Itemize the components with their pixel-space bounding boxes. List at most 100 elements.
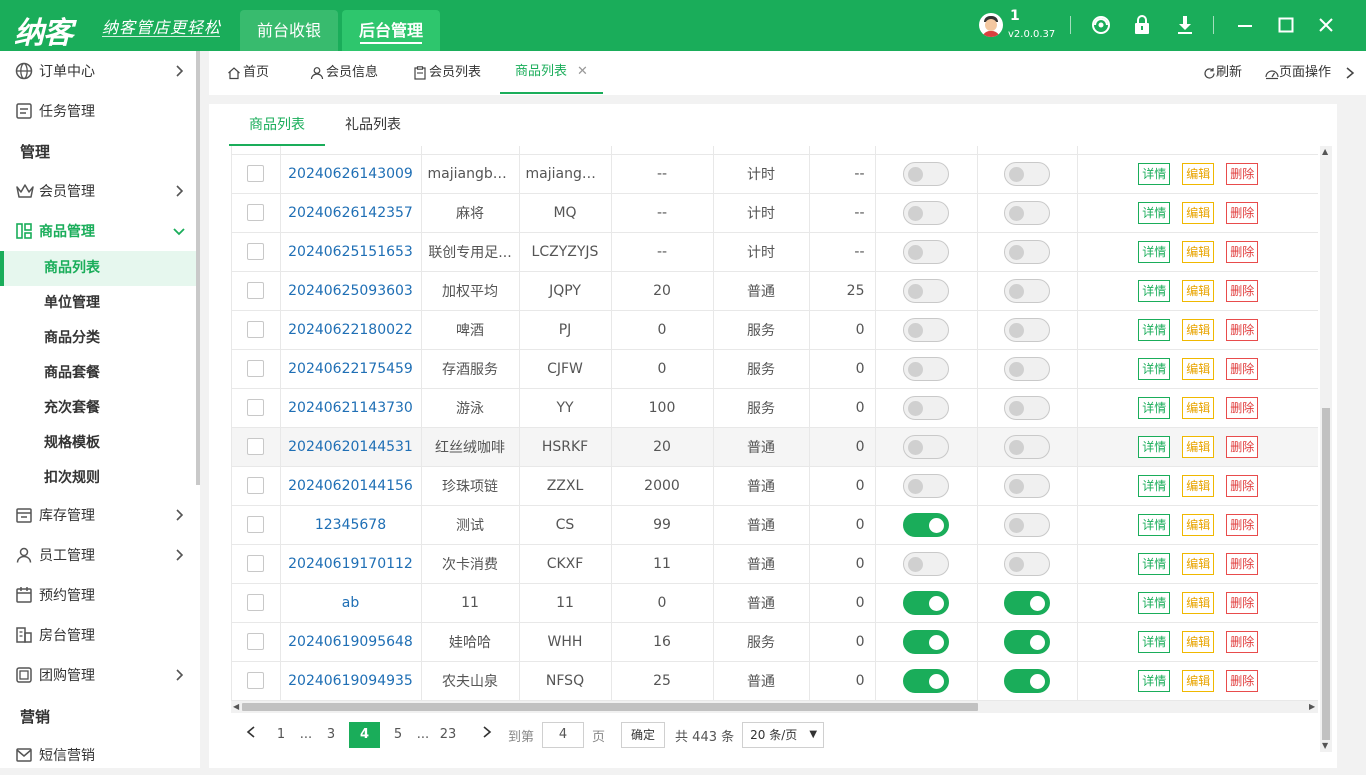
- detail-button[interactable]: 详情: [1138, 357, 1171, 380]
- edit-button[interactable]: 编辑: [1182, 552, 1215, 575]
- sidebar-item-member[interactable]: 会员管理: [0, 171, 196, 211]
- sidebar-item-order-center[interactable]: 订单中心: [0, 51, 196, 91]
- sidebar-sub-category[interactable]: 商品分类: [0, 321, 196, 356]
- row-checkbox[interactable]: [247, 204, 265, 221]
- edit-button[interactable]: 编辑: [1182, 630, 1215, 653]
- goods-code[interactable]: 20240619095648: [280, 622, 422, 662]
- detail-button[interactable]: 详情: [1138, 435, 1171, 458]
- row-checkbox[interactable]: [247, 633, 265, 650]
- subtab-gift-list[interactable]: 礼品列表: [345, 104, 401, 146]
- status-toggle-2[interactable]: [1004, 434, 1050, 459]
- status-toggle-1[interactable]: [903, 161, 949, 186]
- delete-button[interactable]: 删除: [1226, 591, 1259, 614]
- goods-code[interactable]: 20240620144156: [280, 466, 422, 506]
- edit-button[interactable]: 编辑: [1182, 201, 1215, 224]
- goods-code[interactable]: 20240625093603: [280, 271, 422, 311]
- download-icon[interactable]: [1174, 14, 1196, 36]
- lock-icon[interactable]: [1131, 14, 1153, 36]
- scroll-thumb[interactable]: [1322, 408, 1330, 740]
- row-checkbox[interactable]: [247, 555, 265, 572]
- goods-code[interactable]: 20240622175459: [280, 349, 422, 389]
- edit-button[interactable]: 编辑: [1182, 474, 1215, 497]
- detail-button[interactable]: 详情: [1138, 630, 1171, 653]
- sidebar-sub-unit[interactable]: 单位管理: [0, 286, 196, 321]
- delete-button[interactable]: 删除: [1226, 240, 1259, 263]
- top-tab-backend-admin[interactable]: 后台管理: [342, 10, 440, 51]
- status-toggle-1[interactable]: [903, 278, 949, 303]
- page-size-select[interactable]: 20 条/页 ▼: [742, 722, 825, 748]
- page-5[interactable]: 5: [386, 722, 410, 748]
- goods-code[interactable]: 20240626143009: [280, 154, 422, 194]
- page-ellipsis[interactable]: ...: [299, 722, 313, 748]
- table-horizontal-scrollbar[interactable]: ◀ ▶: [231, 701, 1318, 713]
- sidebar-item-room[interactable]: 房台管理: [0, 615, 196, 655]
- sidebar-sub-recharge-package[interactable]: 充次套餐: [0, 391, 196, 426]
- scroll-thumb[interactable]: [242, 703, 978, 711]
- row-checkbox[interactable]: [247, 360, 265, 377]
- maximize-icon[interactable]: [1275, 14, 1297, 36]
- goto-page-input[interactable]: 4: [542, 722, 585, 748]
- status-toggle-1[interactable]: [903, 551, 949, 576]
- delete-button[interactable]: 删除: [1226, 396, 1259, 419]
- status-toggle-2[interactable]: [1004, 317, 1050, 342]
- confirm-button[interactable]: 确定: [621, 722, 666, 748]
- subtab-goods-list[interactable]: 商品列表: [229, 104, 325, 146]
- delete-button[interactable]: 删除: [1226, 474, 1259, 497]
- sidebar-sub-spec-template[interactable]: 规格模板: [0, 426, 196, 461]
- detail-button[interactable]: 详情: [1138, 591, 1171, 614]
- delete-button[interactable]: 删除: [1226, 669, 1259, 692]
- user-avatar[interactable]: [979, 13, 1003, 37]
- close-icon[interactable]: [1315, 14, 1337, 36]
- delete-button[interactable]: 删除: [1226, 357, 1259, 380]
- goods-code[interactable]: ab: [280, 583, 422, 623]
- row-checkbox[interactable]: [247, 243, 265, 260]
- status-toggle-2[interactable]: [1004, 200, 1050, 225]
- status-toggle-1[interactable]: [903, 317, 949, 342]
- tab-home[interactable]: 首页: [227, 51, 269, 94]
- delete-button[interactable]: 删除: [1226, 201, 1259, 224]
- sidebar-item-goods[interactable]: 商品管理: [0, 211, 196, 251]
- status-toggle-1[interactable]: [903, 239, 949, 264]
- page-23[interactable]: 23: [436, 722, 460, 748]
- row-checkbox[interactable]: [247, 477, 265, 494]
- page-ellipsis[interactable]: ...: [416, 722, 430, 748]
- row-checkbox[interactable]: [247, 672, 265, 689]
- detail-button[interactable]: 详情: [1138, 474, 1171, 497]
- delete-button[interactable]: 删除: [1226, 513, 1259, 536]
- sidebar-sub-goods-list[interactable]: 商品列表: [0, 251, 196, 286]
- status-toggle-1[interactable]: [903, 473, 949, 498]
- status-toggle-2[interactable]: [1004, 239, 1050, 264]
- detail-button[interactable]: 详情: [1138, 669, 1171, 692]
- sidebar-item-inventory[interactable]: 库存管理: [0, 495, 196, 535]
- status-toggle-1[interactable]: [903, 395, 949, 420]
- detail-button[interactable]: 详情: [1138, 279, 1171, 302]
- page-current[interactable]: 4: [349, 722, 380, 748]
- row-checkbox[interactable]: [247, 399, 265, 416]
- detail-button[interactable]: 详情: [1138, 318, 1171, 341]
- delete-button[interactable]: 删除: [1226, 552, 1259, 575]
- status-toggle-1[interactable]: [903, 590, 949, 615]
- edit-button[interactable]: 编辑: [1182, 240, 1215, 263]
- row-checkbox[interactable]: [247, 516, 265, 533]
- page-1[interactable]: 1: [269, 722, 293, 748]
- edit-button[interactable]: 编辑: [1182, 357, 1215, 380]
- delete-button[interactable]: 删除: [1226, 435, 1259, 458]
- tab-goods-list[interactable]: 商品列表 ✕: [500, 51, 603, 94]
- detail-button[interactable]: 详情: [1138, 552, 1171, 575]
- status-toggle-2[interactable]: [1004, 473, 1050, 498]
- status-toggle-2[interactable]: [1004, 161, 1050, 186]
- row-checkbox[interactable]: [247, 438, 265, 455]
- status-toggle-2[interactable]: [1004, 629, 1050, 654]
- sidebar-item-groupbuy[interactable]: 团购管理: [0, 655, 196, 695]
- status-toggle-2[interactable]: [1004, 395, 1050, 420]
- prev-page-button[interactable]: [239, 722, 263, 748]
- table-vertical-scrollbar[interactable]: ▲ ▼: [1320, 146, 1332, 752]
- delete-button[interactable]: 删除: [1226, 630, 1259, 653]
- page-3[interactable]: 3: [319, 722, 343, 748]
- edit-button[interactable]: 编辑: [1182, 435, 1215, 458]
- status-toggle-2[interactable]: [1004, 590, 1050, 615]
- edit-button[interactable]: 编辑: [1182, 513, 1215, 536]
- goods-code[interactable]: 20240620144531: [280, 427, 422, 467]
- edit-button[interactable]: 编辑: [1182, 318, 1215, 341]
- row-checkbox[interactable]: [247, 282, 265, 299]
